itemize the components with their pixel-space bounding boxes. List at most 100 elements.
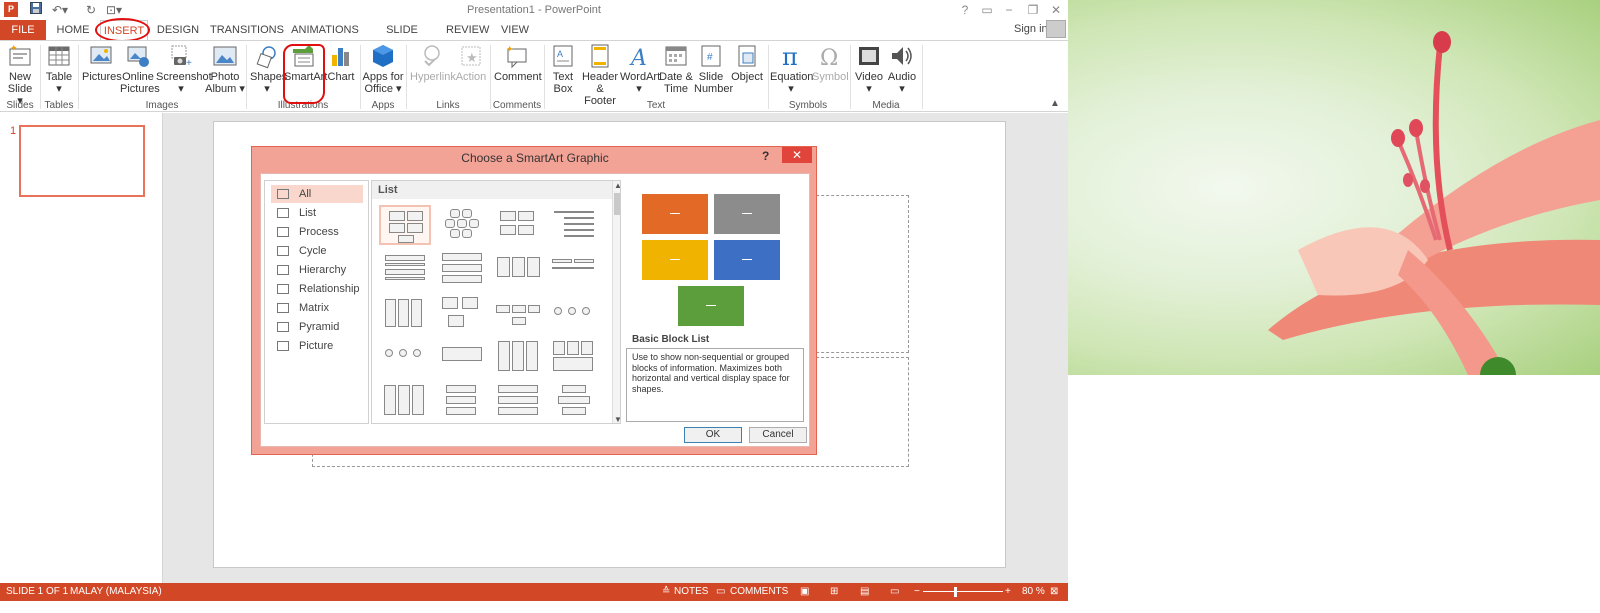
video-button[interactable]: Video ▾ bbox=[854, 43, 884, 95]
layout-picture-caption-list[interactable] bbox=[436, 293, 488, 333]
insert-tab-annotation-circle bbox=[95, 18, 150, 42]
minimize-button[interactable]: − bbox=[1000, 2, 1018, 18]
online-pictures-button[interactable]: Online Pictures bbox=[120, 43, 160, 95]
category-picture[interactable]: Picture bbox=[271, 337, 363, 355]
wordart-button[interactable]: A WordArt ▾ bbox=[620, 43, 660, 95]
layout-trapezoid-list[interactable] bbox=[492, 381, 544, 421]
layout-vertical-circle-list[interactable] bbox=[379, 337, 431, 377]
layout-circle-list[interactable] bbox=[548, 293, 600, 333]
layout-basic-block-list[interactable] bbox=[379, 205, 431, 245]
comment-button[interactable]: ✦ Comment bbox=[494, 43, 542, 83]
table-button[interactable]: Table ▾ bbox=[44, 43, 74, 95]
object-button[interactable]: Object bbox=[730, 43, 764, 83]
layout-vertical-box-list[interactable] bbox=[436, 249, 488, 289]
comments-button[interactable]: COMMENTS bbox=[730, 583, 788, 601]
group-separator bbox=[922, 45, 923, 109]
text-box-button[interactable]: A Text Box bbox=[548, 43, 578, 95]
category-hierarchy[interactable]: Hierarchy bbox=[271, 261, 363, 279]
tab-transitions[interactable]: TRANSITIONS bbox=[210, 20, 284, 40]
tab-animations[interactable]: ANIMATIONS bbox=[290, 20, 360, 40]
photo-album-button[interactable]: Photo Album ▾ bbox=[204, 43, 246, 95]
tab-slide-show[interactable]: SLIDE SHOW bbox=[370, 20, 434, 56]
group-label-comments: Comments bbox=[492, 100, 542, 111]
layout-vertical-bullet-list[interactable] bbox=[379, 249, 431, 289]
user-avatar-icon[interactable] bbox=[1046, 20, 1066, 38]
layout-lined-list[interactable] bbox=[548, 205, 600, 245]
category-cycle[interactable]: Cycle bbox=[271, 242, 363, 260]
hyperlink-button[interactable]: Hyperlink bbox=[410, 43, 456, 83]
zoom-slider[interactable] bbox=[923, 591, 1003, 592]
slide-number-button[interactable]: # Slide Number bbox=[694, 43, 733, 95]
zoom-in-icon[interactable]: + bbox=[1005, 583, 1011, 601]
header-footer-button[interactable]: Header & Footer bbox=[580, 43, 620, 107]
cancel-button[interactable]: Cancel bbox=[749, 427, 807, 443]
dialog-help-button[interactable]: ? bbox=[762, 149, 769, 163]
ribbon-display-options-button[interactable]: ▭ bbox=[978, 2, 996, 18]
category-pyramid[interactable]: Pyramid bbox=[271, 318, 363, 336]
title-bar: P ↶▾ ↻ ⊡▾ Presentation1 - PowerPoint ? ▭… bbox=[0, 0, 1068, 20]
wordart-icon: A bbox=[629, 46, 647, 69]
restore-button[interactable]: ❐ bbox=[1024, 2, 1042, 18]
chart-button[interactable]: Chart bbox=[326, 43, 356, 83]
audio-button[interactable]: Audio ▾ bbox=[886, 43, 918, 95]
reading-view-icon[interactable]: ▤ bbox=[860, 583, 869, 601]
date-time-button[interactable]: Date & Time bbox=[658, 43, 694, 95]
layout-segmented-list[interactable] bbox=[492, 337, 544, 377]
preview-block-orange bbox=[642, 194, 708, 234]
ribbon-tabs: FILE HOME INSERT DESIGN TRANSITIONS ANIM… bbox=[0, 20, 1068, 56]
layout-bending-picture-list[interactable] bbox=[492, 293, 544, 333]
comments-icon[interactable]: ▭ bbox=[716, 583, 725, 601]
tab-file[interactable]: FILE bbox=[0, 20, 46, 40]
language-indicator[interactable]: MALAY (MALAYSIA) bbox=[70, 583, 162, 601]
layout-chevron-list[interactable] bbox=[436, 337, 488, 377]
ok-button[interactable]: OK bbox=[684, 427, 742, 443]
slide-number-icon: # bbox=[701, 45, 721, 67]
category-process[interactable]: Process bbox=[271, 223, 363, 241]
action-button[interactable]: ★ Action bbox=[454, 43, 488, 83]
fit-to-window-icon[interactable]: ⊠ bbox=[1050, 583, 1058, 601]
collapse-ribbon-icon[interactable]: ▲ bbox=[1050, 98, 1060, 109]
tab-view[interactable]: VIEW bbox=[498, 20, 532, 40]
dialog-close-button[interactable]: ✕ bbox=[782, 147, 812, 163]
apps-for-office-button[interactable]: Apps for Office ▾ bbox=[362, 43, 404, 95]
equation-button[interactable]: π Equation ▾ bbox=[770, 43, 813, 95]
layout-table-list[interactable] bbox=[548, 249, 600, 289]
tab-home[interactable]: HOME bbox=[52, 20, 94, 40]
notes-button[interactable]: NOTES bbox=[674, 583, 708, 601]
help-button[interactable]: ? bbox=[956, 2, 974, 18]
layout-block-grid-list[interactable] bbox=[548, 337, 600, 377]
new-slide-button[interactable]: ✦ New Slide ▾ bbox=[4, 43, 36, 107]
close-window-button[interactable]: ✕ bbox=[1047, 2, 1065, 18]
category-list-item[interactable]: List bbox=[271, 204, 363, 222]
scroll-up-icon[interactable]: ▲ bbox=[614, 181, 620, 190]
layout-tab-list[interactable] bbox=[436, 381, 488, 421]
normal-view-icon[interactable]: ▣ bbox=[800, 583, 809, 601]
zoom-level[interactable]: 80 % bbox=[1022, 583, 1045, 601]
layout-pyramid-list[interactable] bbox=[548, 381, 600, 421]
slide-thumbnail[interactable] bbox=[19, 125, 145, 197]
shapes-button[interactable]: Shapes ▾ bbox=[250, 43, 287, 95]
screenshot-button[interactable]: + Screenshot ▾ bbox=[156, 43, 212, 95]
gallery-scrollbar[interactable]: ▲ ▼ bbox=[612, 181, 620, 423]
notes-icon[interactable]: ≙ bbox=[662, 583, 670, 601]
category-matrix[interactable]: Matrix bbox=[271, 299, 363, 317]
scroll-down-icon[interactable]: ▼ bbox=[614, 415, 620, 423]
symbol-button[interactable]: Ω Symbol bbox=[812, 43, 849, 83]
gallery-scroll-thumb[interactable] bbox=[614, 193, 620, 215]
sign-in-link[interactable]: Sign in bbox=[1014, 23, 1048, 35]
layout-picture-accent-list[interactable] bbox=[379, 381, 431, 421]
layout-horizontal-bullet-list[interactable] bbox=[492, 249, 544, 289]
pictures-button[interactable]: Pictures bbox=[82, 43, 122, 83]
layout-hexagon-cluster[interactable] bbox=[436, 205, 488, 245]
tab-design[interactable]: DESIGN bbox=[156, 20, 200, 40]
group-label-apps: Apps bbox=[371, 100, 395, 111]
layout-stacked-list[interactable] bbox=[379, 293, 431, 333]
tab-review[interactable]: REVIEW bbox=[446, 20, 489, 40]
slide-sorter-icon[interactable]: ⊞ bbox=[830, 583, 838, 601]
zoom-out-icon[interactable]: − bbox=[914, 583, 920, 601]
category-all[interactable]: All bbox=[271, 185, 363, 203]
layout-grouped-list[interactable] bbox=[492, 205, 544, 245]
zoom-slider-thumb[interactable] bbox=[954, 587, 957, 597]
slide-show-icon[interactable]: ▭ bbox=[890, 583, 899, 601]
category-relationship[interactable]: Relationship bbox=[271, 280, 363, 298]
